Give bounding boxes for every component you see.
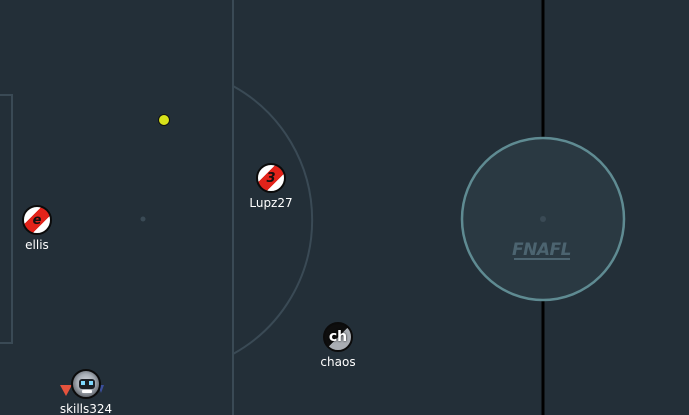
game-stage: FNAFL e ellis 3 Lupz27 ch chaos skills32… — [0, 0, 689, 415]
player-name: Lupz27 — [249, 196, 293, 210]
center-spot — [540, 216, 546, 222]
player-name: skills324 — [59, 402, 113, 415]
ball-icon[interactable] — [158, 114, 170, 126]
player-avatar[interactable] — [71, 369, 101, 399]
pitch: FNAFL — [0, 0, 689, 415]
center-logo: FNAFL — [512, 240, 571, 260]
logo-text: FNAFL — [512, 240, 571, 260]
player-name: ellis — [25, 238, 49, 252]
player-badge: ch — [328, 329, 348, 345]
player-badge: 3 — [266, 170, 276, 186]
player-badge: e — [32, 212, 42, 228]
player-name: chaos — [320, 355, 356, 369]
team-marker-icon — [60, 385, 72, 396]
player-disc[interactable]: ch — [323, 322, 353, 352]
avatar-mouth-icon — [82, 390, 92, 393]
player-disc[interactable]: 3 — [256, 163, 286, 193]
left-penalty-spot — [140, 216, 146, 222]
avatar-eyes-icon — [81, 381, 93, 385]
player-disc[interactable]: e — [22, 205, 52, 235]
